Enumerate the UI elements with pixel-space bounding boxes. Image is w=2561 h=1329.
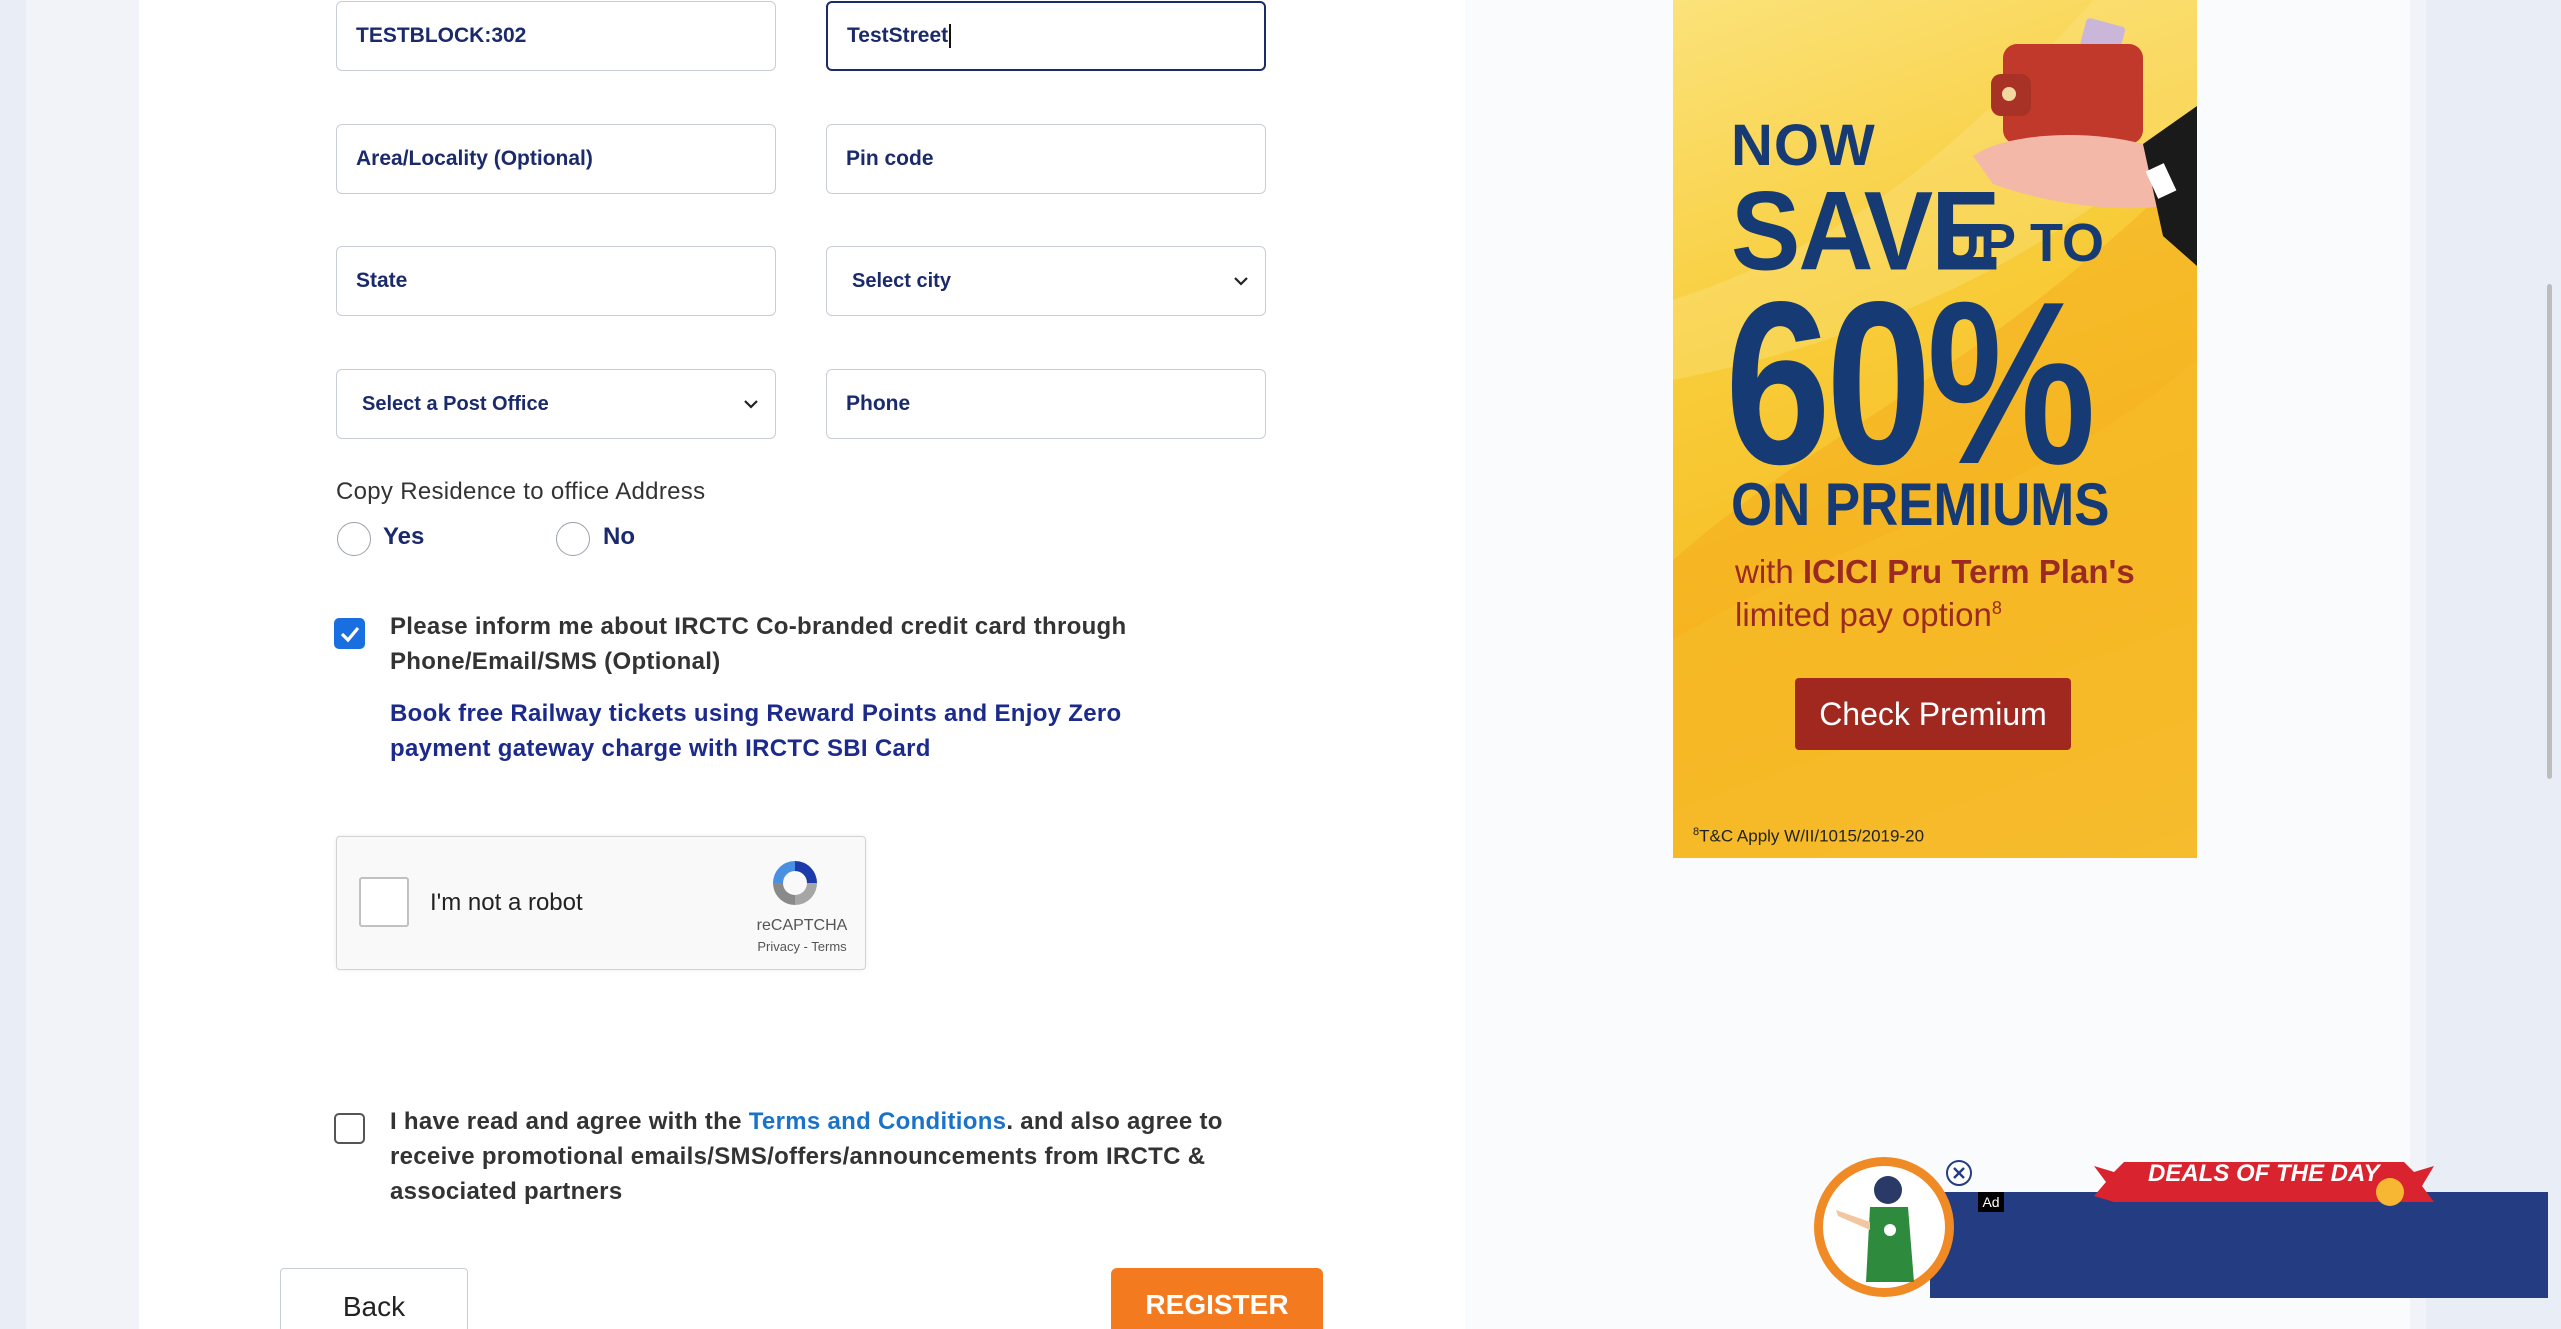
ad-brand-text: ICICI Pru Term Plan's	[1802, 553, 2135, 590]
ad-with-prefix: with	[1735, 553, 1803, 590]
post-office-select-value: Select a Post Office	[362, 392, 549, 415]
terms-text: I have read and agree with the Terms and…	[390, 1104, 1290, 1209]
back-button[interactable]: Back	[280, 1268, 468, 1329]
street-name-value: TestStreet	[847, 24, 949, 47]
ad-tag-badge: Ad	[1978, 1192, 2004, 1212]
chevron-down-icon	[744, 400, 758, 409]
phone-placeholder: Phone	[846, 392, 911, 415]
close-icon[interactable]	[1946, 1160, 1972, 1186]
check-premium-button[interactable]: Check Premium	[1795, 678, 2071, 750]
terms-checkbox[interactable]	[334, 1113, 365, 1144]
copy-residence-label: Copy Residence to office Address	[336, 478, 706, 505]
text-caret	[949, 24, 951, 48]
copy-residence-yes-label: Yes	[383, 523, 425, 550]
ad-footnote-mark: 8	[1991, 598, 2002, 618]
state-input[interactable]: State	[336, 246, 776, 316]
register-button[interactable]: REGISTER	[1111, 1268, 1323, 1329]
street-block-input[interactable]: TESTBLOCK:302	[336, 1, 776, 71]
area-locality-placeholder: Area/Locality (Optional)	[356, 147, 593, 170]
ad-limited-text: limited pay option	[1735, 596, 1992, 633]
credit-card-optin-text: Please inform me about IRCTC Co-branded …	[390, 613, 1127, 675]
copy-residence-no-label: No	[603, 523, 635, 550]
terms-prefix: I have read and agree with the	[390, 1108, 749, 1135]
terms-and-conditions-link[interactable]: Terms and Conditions	[749, 1108, 1007, 1135]
city-select-value: Select city	[852, 269, 951, 292]
recaptcha-label: I'm not a robot	[430, 889, 583, 916]
close-x-icon	[1953, 1167, 1965, 1179]
ad-with-line: with ICICI Pru Term Plan's	[1735, 553, 2135, 591]
sbi-card-promo-text: Book free Railway tickets using Reward P…	[390, 700, 1122, 762]
ad-tc-value: T&C Apply W/II/1015/2019-20	[1699, 826, 1925, 846]
copy-residence-yes-radio[interactable]	[337, 522, 371, 556]
chevron-down-icon	[1234, 277, 1248, 286]
checkmark-icon	[340, 626, 360, 643]
pincode-input[interactable]: Pin code	[826, 124, 1266, 194]
ad-percent-text: 60%	[1725, 254, 2096, 513]
state-placeholder: State	[356, 269, 408, 292]
area-locality-input[interactable]: Area/Locality (Optional)	[336, 124, 776, 194]
scrollbar-thumb[interactable]	[2547, 284, 2552, 779]
street-name-input[interactable]: TestStreet	[826, 1, 1266, 71]
pincode-placeholder: Pin code	[846, 147, 934, 170]
mascot-icon	[1814, 1157, 1954, 1297]
recaptcha-privacy-terms[interactable]: Privacy - Terms	[747, 939, 857, 954]
ad-premiums-text: ON PREMIUMS	[1731, 471, 2110, 538]
street-block-value: TESTBLOCK:302	[356, 24, 527, 47]
recaptcha-logo-icon	[773, 861, 817, 905]
ad-limited-line: limited pay option8	[1735, 596, 2002, 634]
deals-of-the-day-text: DEALS OF THE DAY	[2148, 1160, 2380, 1187]
copy-residence-no-radio[interactable]	[556, 522, 590, 556]
recaptcha-brand: reCAPTCHA	[756, 917, 848, 934]
recaptcha-checkbox[interactable]	[359, 877, 409, 927]
credit-card-optin-checkbox[interactable]	[334, 618, 365, 649]
phone-input[interactable]: Phone	[826, 369, 1266, 439]
icici-ad-banner[interactable]: NOW SAVE UP TO 60% ON PREMIUMS with ICIC…	[1673, 0, 2197, 858]
recaptcha-widget: I'm not a robot reCAPTCHA Privacy - Term…	[336, 836, 866, 970]
deals-ad-bar[interactable]	[1930, 1192, 2548, 1298]
post-office-select[interactable]: Select a Post Office	[336, 369, 776, 439]
city-select[interactable]: Select city	[826, 246, 1266, 316]
ad-terms-text: 8T&C Apply W/II/1015/2019-20	[1693, 826, 1924, 847]
